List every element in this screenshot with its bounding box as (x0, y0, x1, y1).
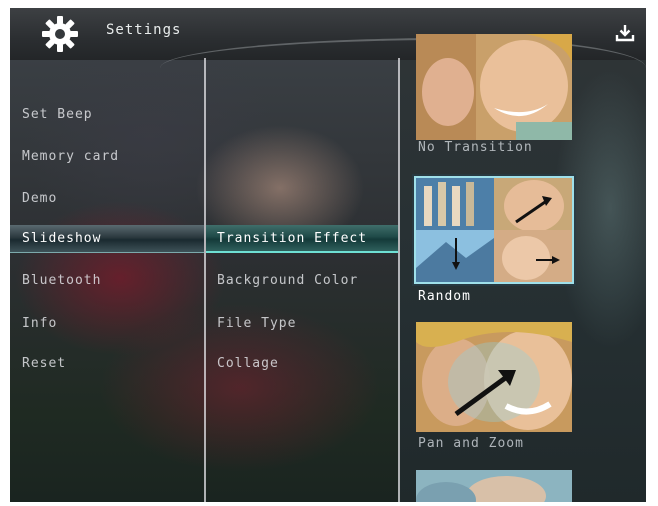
download-icon[interactable] (614, 22, 636, 44)
menu-item-memory-card[interactable]: Memory card (10, 143, 204, 171)
option-thumbnail-no-transition[interactable] (416, 34, 572, 140)
photo-frame-screen: Settings Set Beep Memory card Demo Slide… (10, 8, 646, 502)
option-label-pan-and-zoom: Pan and Zoom (418, 436, 524, 451)
menu-item-reset[interactable]: Reset (10, 350, 204, 378)
option-thumbnail-random[interactable] (414, 176, 574, 284)
submenu-item-collage[interactable]: Collage (206, 350, 398, 378)
option-label-random: Random (418, 289, 471, 304)
gear-icon (42, 16, 78, 52)
option-thumbnail-partial[interactable] (416, 470, 572, 502)
menu-item-info[interactable]: Info (10, 310, 204, 338)
menu-item-slideshow[interactable]: Slideshow (10, 225, 204, 253)
page-title: Settings (106, 22, 182, 38)
option-label-no-transition: No Transition (418, 140, 533, 155)
option-thumbnail-pan-and-zoom[interactable] (416, 322, 572, 432)
submenu-item-transition-effect[interactable]: Transition Effect (206, 225, 398, 253)
menu-item-demo[interactable]: Demo (10, 185, 204, 213)
menu-item-set-beep[interactable]: Set Beep (10, 101, 204, 129)
submenu-item-file-type[interactable]: File Type (206, 310, 398, 338)
submenu-item-background-color[interactable]: Background Color (206, 267, 398, 295)
column-divider (398, 58, 400, 502)
menu-item-bluetooth[interactable]: Bluetooth (10, 267, 204, 295)
